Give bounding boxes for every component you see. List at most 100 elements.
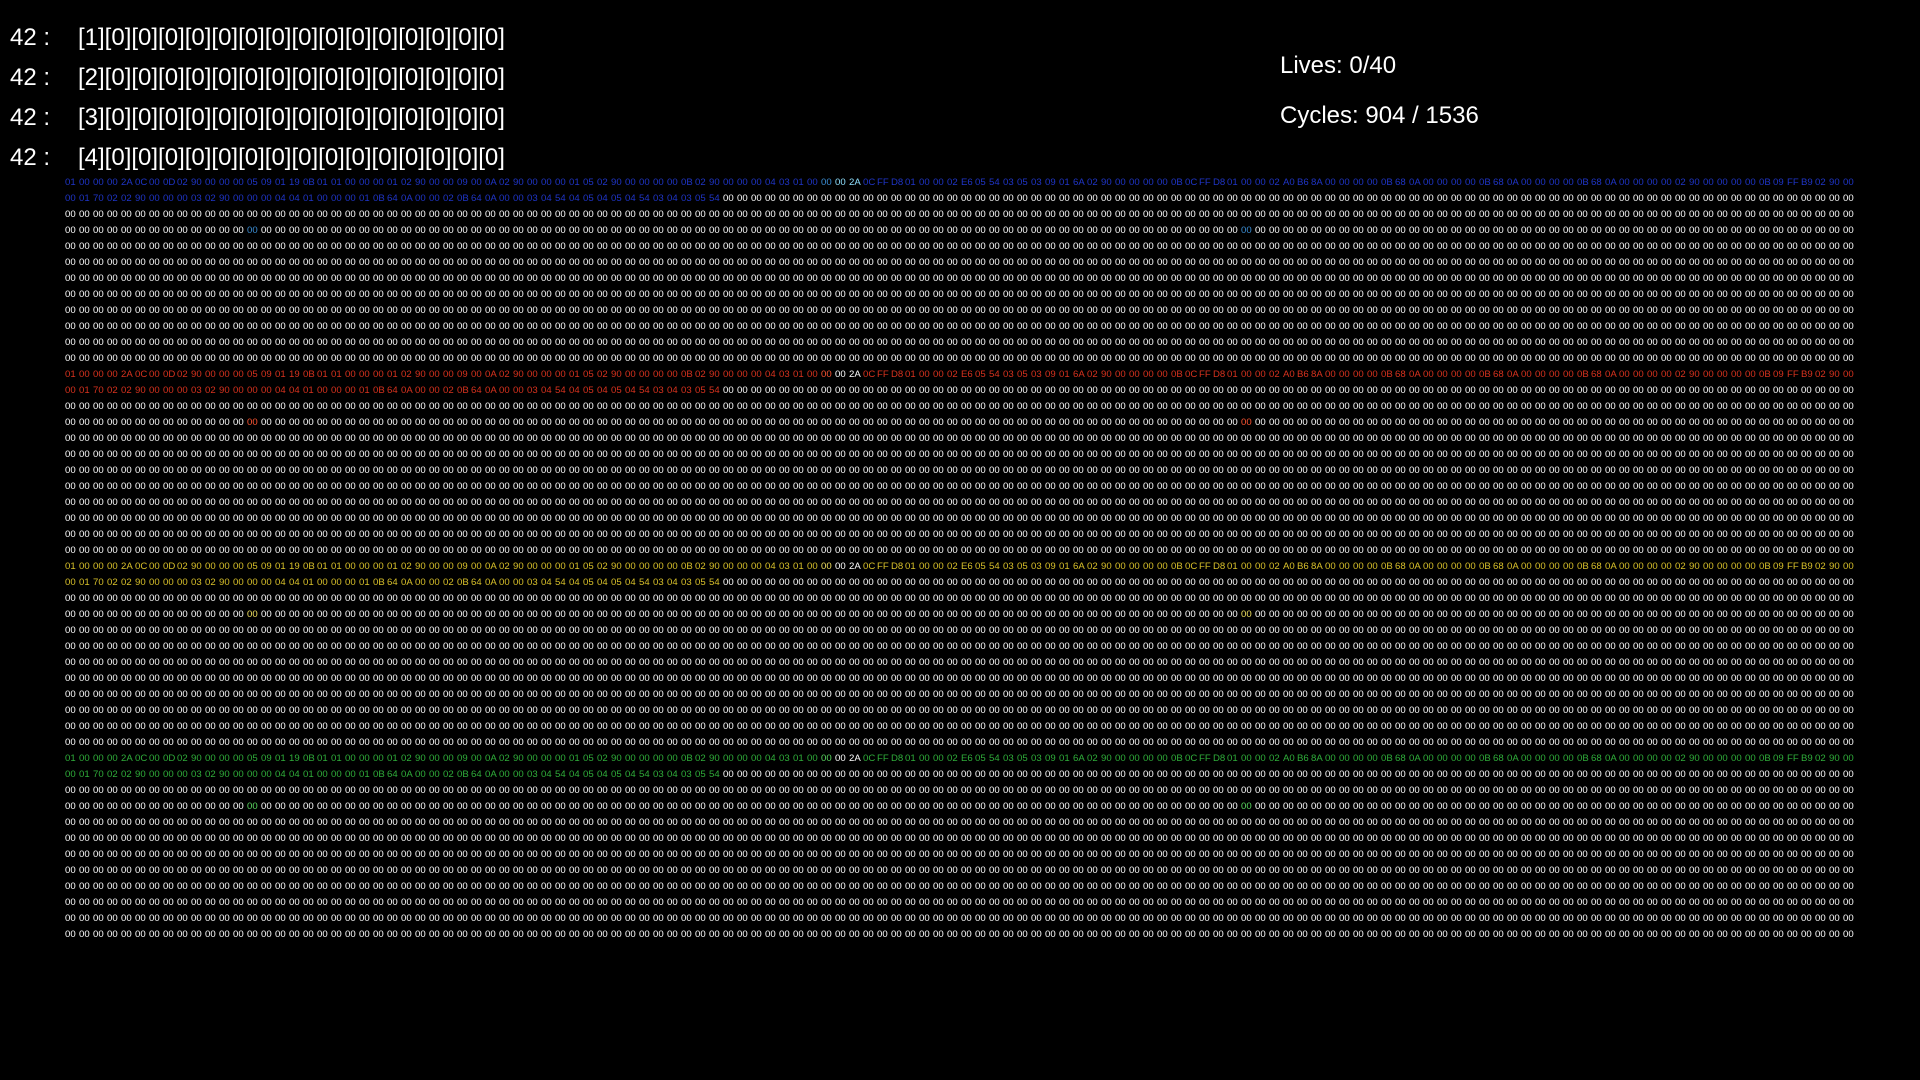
memory-cell: 00 bbox=[639, 753, 650, 764]
memory-cell: 00 bbox=[1535, 561, 1546, 572]
memory-cell: 00 bbox=[1017, 641, 1028, 652]
memory-cell: 00 bbox=[65, 209, 76, 220]
memory-cell: 00 bbox=[93, 401, 104, 412]
memory-cell: 00 bbox=[1661, 193, 1672, 204]
memory-cell: 00 bbox=[1619, 497, 1630, 508]
memory-cell: 00 bbox=[1619, 529, 1630, 540]
memory-cell: 02 bbox=[1269, 561, 1280, 572]
memory-cell: 00 bbox=[1437, 337, 1448, 348]
memory-cell: 00 bbox=[177, 193, 188, 204]
memory-cell: 00 bbox=[429, 257, 440, 268]
memory-cell: 00 bbox=[1591, 305, 1602, 316]
memory-cell: 00 bbox=[1269, 289, 1280, 300]
memory-cell: 00 bbox=[345, 337, 356, 348]
memory-cell: 00 bbox=[373, 497, 384, 508]
memory-cell: 00 bbox=[639, 433, 650, 444]
memory-cell: 00 bbox=[1339, 657, 1350, 668]
memory-cell: 00 bbox=[1255, 401, 1266, 412]
memory-cell: 00 bbox=[1395, 193, 1406, 204]
memory-cell: 00 bbox=[1241, 577, 1252, 588]
memory-cell: 00 bbox=[667, 465, 678, 476]
memory-cell: 00 bbox=[1535, 353, 1546, 364]
memory-cell: 00 bbox=[653, 257, 664, 268]
memory-cell: 02 bbox=[695, 561, 706, 572]
memory-cell: 00 bbox=[331, 465, 342, 476]
memory-cell: 00 bbox=[821, 625, 832, 636]
memory-cell: 00 bbox=[1479, 577, 1490, 588]
cycles-counter: Cycles: 904 / 1536 bbox=[1280, 102, 1479, 129]
memory-cell: 00 bbox=[1115, 465, 1126, 476]
memory-cell: 00 bbox=[1283, 513, 1294, 524]
memory-cell: 00 bbox=[1227, 273, 1238, 284]
memory-cell: 00 bbox=[877, 545, 888, 556]
memory-cell: 00 bbox=[751, 497, 762, 508]
memory-cell: 00 bbox=[373, 417, 384, 428]
memory-cell: 00 bbox=[541, 305, 552, 316]
memory-cell: 00 bbox=[149, 609, 160, 620]
memory-cell: 00 bbox=[1717, 369, 1728, 380]
memory-cell: 00 bbox=[947, 241, 958, 252]
memory-cell: 00 bbox=[527, 657, 538, 668]
memory-cell: 00 bbox=[1563, 737, 1574, 748]
memory-cell: 00 bbox=[1059, 625, 1070, 636]
memory-cell: 00 bbox=[933, 401, 944, 412]
memory-cell: 00 bbox=[891, 465, 902, 476]
memory-cell: 00 bbox=[499, 273, 510, 284]
memory-cell: 00 bbox=[205, 305, 216, 316]
memory-cell: 00 bbox=[1171, 465, 1182, 476]
memory-cell: 00 bbox=[1325, 321, 1336, 332]
memory-cell: 00 bbox=[359, 545, 370, 556]
memory-cell: 00 bbox=[1395, 305, 1406, 316]
memory-cell: 00 bbox=[1563, 305, 1574, 316]
memory-cell: 00 bbox=[1185, 721, 1196, 732]
memory-cell: 00 bbox=[653, 337, 664, 348]
memory-cell: 00 bbox=[737, 353, 748, 364]
memory-cell: 00 bbox=[163, 289, 174, 300]
memory-cell: 00 bbox=[779, 689, 790, 700]
memory-cell: 01 bbox=[303, 769, 314, 780]
memory-cell: 09 bbox=[1773, 177, 1784, 188]
memory-cell: B9 bbox=[1801, 177, 1813, 188]
memory-cell: 00 bbox=[835, 545, 846, 556]
memory-cell: 00 bbox=[1199, 465, 1210, 476]
memory-cell: 00 bbox=[1199, 513, 1210, 524]
memory-cell: 00 bbox=[1059, 417, 1070, 428]
memory-cell: 00 bbox=[289, 545, 300, 556]
memory-cell: 00 bbox=[1843, 337, 1854, 348]
memory-cell: 00 bbox=[415, 609, 426, 620]
memory-cell: 00 bbox=[1087, 577, 1098, 588]
memory-cell: 00 bbox=[1241, 385, 1252, 396]
memory-cell: 00 bbox=[1675, 545, 1686, 556]
memory-cell: 00 bbox=[625, 673, 636, 684]
memory-cell: 00 bbox=[1507, 433, 1518, 444]
memory-cell: 00 bbox=[989, 401, 1000, 412]
memory-cell: 00 bbox=[555, 609, 566, 620]
memory-cell: 00 bbox=[1045, 225, 1056, 236]
memory-cell: 00 bbox=[149, 417, 160, 428]
memory-cell: 00 bbox=[1661, 721, 1672, 732]
memory-cell: 00 bbox=[681, 321, 692, 332]
memory-cell: 00 bbox=[737, 721, 748, 732]
player-state: [3][0][0][0][0][0][0][0][0][0][0][0][0][… bbox=[78, 104, 505, 131]
memory-cell: 00 bbox=[303, 289, 314, 300]
memory-cell: 00 bbox=[1773, 625, 1784, 636]
memory-cell: 02 bbox=[107, 577, 118, 588]
memory-cell: 0A bbox=[1507, 753, 1519, 764]
memory-cell: 00 bbox=[415, 625, 426, 636]
memory-cell: 00 bbox=[79, 433, 90, 444]
memory-cell: 00 bbox=[107, 401, 118, 412]
memory-cell: 00 bbox=[1353, 625, 1364, 636]
memory-cell: 00 bbox=[1437, 769, 1448, 780]
memory-cell: 00 bbox=[849, 417, 860, 428]
memory-cell: 00 bbox=[765, 593, 776, 604]
memory-cell: 00 bbox=[681, 721, 692, 732]
memory-cell: 00 bbox=[1521, 385, 1532, 396]
memory-cell: 00 bbox=[443, 369, 454, 380]
memory-cell: 04 bbox=[541, 385, 552, 396]
memory-cell: 01 bbox=[331, 177, 342, 188]
memory-cell: 00 bbox=[821, 257, 832, 268]
memory-cell: 00 bbox=[359, 289, 370, 300]
memory-cell: 00 bbox=[513, 289, 524, 300]
memory-cell: 02 bbox=[401, 177, 412, 188]
memory-cell: 00 bbox=[1451, 273, 1462, 284]
